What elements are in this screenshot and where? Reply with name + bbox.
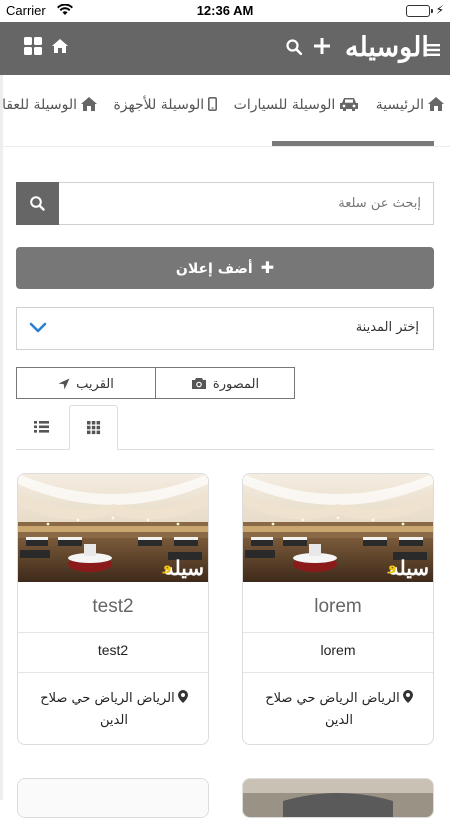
active-category-indicator bbox=[272, 141, 434, 146]
listing-card[interactable] bbox=[242, 778, 434, 818]
search-button[interactable] bbox=[16, 182, 59, 225]
photos-filter-label: المصورة bbox=[212, 377, 260, 392]
status-bar: Carrier 12:36 AM ⚡ bbox=[0, 0, 450, 22]
divider bbox=[243, 672, 433, 673]
location-arrow-icon bbox=[58, 378, 70, 390]
car-icon bbox=[340, 98, 359, 111]
listing-image[interactable]: سيله و bbox=[243, 474, 433, 582]
listing-card[interactable]: سيله و lorem lorem الرياض الرياض حي صلاح… bbox=[242, 473, 434, 745]
logo-text: الوسيله bbox=[345, 32, 429, 63]
search-input[interactable] bbox=[61, 183, 433, 224]
grid-menu-icon[interactable] bbox=[24, 37, 46, 59]
listing-image[interactable] bbox=[243, 779, 433, 817]
nearby-filter-button[interactable]: القريب bbox=[16, 367, 156, 399]
map-marker-icon bbox=[177, 690, 188, 703]
app-header: الوسيله bbox=[0, 22, 450, 75]
category-nav: الرئيسية الوسيلة للسيارات الوسيلة للأجهز… bbox=[0, 75, 450, 147]
app-logo[interactable]: الوسيله bbox=[345, 32, 429, 63]
category-devices[interactable]: الوسيلة للأجهزة bbox=[113, 97, 218, 113]
grid-view-tab[interactable] bbox=[69, 405, 118, 450]
list-icon bbox=[34, 421, 49, 433]
list-view-tab[interactable] bbox=[18, 405, 64, 450]
search-bar bbox=[16, 182, 434, 225]
listing-title: lorem bbox=[314, 596, 362, 617]
city-select-value: إختر المدينة bbox=[355, 320, 419, 335]
listing-location-text: الرياض الرياض حي صلاح الدين bbox=[265, 691, 400, 728]
home-icon bbox=[81, 97, 98, 111]
category-label: الوسيلة للأجهزة bbox=[113, 97, 205, 113]
city-select[interactable]: إختر المدينة bbox=[16, 307, 434, 350]
photos-filter-button[interactable]: المصورة bbox=[155, 367, 295, 399]
listing-location: الرياض الرياض حي صلاح الدين bbox=[253, 688, 425, 732]
svg-text:و: و bbox=[162, 558, 172, 574]
clock: 12:36 AM bbox=[196, 3, 254, 18]
category-real-estate[interactable]: الوسيلة للعقارات bbox=[0, 97, 98, 113]
search-icon bbox=[30, 196, 45, 211]
listing-location-text: الرياض الرياض حي صلاح الدين bbox=[40, 691, 175, 728]
plus-icon: ✚ bbox=[260, 258, 275, 277]
mobile-icon bbox=[208, 97, 218, 111]
listing-image[interactable] bbox=[18, 779, 208, 817]
category-label: الوسيلة للعقارات bbox=[0, 97, 78, 113]
hamburger-menu-icon[interactable] bbox=[426, 41, 448, 63]
divider bbox=[18, 672, 208, 673]
svg-text:و: و bbox=[387, 558, 397, 574]
listing-location: الرياض الرياض حي صلاح الدين bbox=[28, 688, 200, 732]
listing-title: test2 bbox=[92, 596, 134, 617]
add-ad-label: أضف إعلان bbox=[175, 261, 253, 277]
home-icon bbox=[428, 97, 444, 111]
listing-card[interactable] bbox=[17, 778, 209, 818]
category-label: الوسيلة للسيارات bbox=[233, 97, 336, 113]
battery-icon bbox=[406, 5, 433, 17]
search-icon[interactable] bbox=[286, 39, 308, 61]
category-cars[interactable]: الوسيلة للسيارات bbox=[234, 97, 360, 113]
divider bbox=[243, 632, 433, 633]
listing-card[interactable]: سيله و test2 test2 الرياض الرياض حي صلاح… bbox=[17, 473, 209, 745]
add-ad-button[interactable]: ✚ أضف إعلان bbox=[16, 247, 434, 289]
category-home[interactable]: الرئيسية bbox=[376, 97, 444, 113]
grid-icon bbox=[87, 421, 101, 435]
listing-description: lorem bbox=[320, 642, 356, 658]
camera-icon bbox=[191, 378, 206, 389]
charging-icon: ⚡ bbox=[435, 3, 444, 17]
scroll-track bbox=[0, 75, 3, 800]
listing-image[interactable]: سيله و bbox=[18, 474, 208, 582]
listing-description: test2 bbox=[97, 642, 129, 658]
nearby-filter-label: القريب bbox=[76, 377, 114, 392]
map-marker-icon bbox=[402, 690, 413, 703]
divider bbox=[18, 632, 208, 633]
category-label: الرئيسية bbox=[375, 97, 424, 113]
home-icon[interactable] bbox=[52, 38, 74, 60]
chevron-down-icon bbox=[29, 320, 47, 339]
add-icon[interactable] bbox=[314, 38, 336, 60]
